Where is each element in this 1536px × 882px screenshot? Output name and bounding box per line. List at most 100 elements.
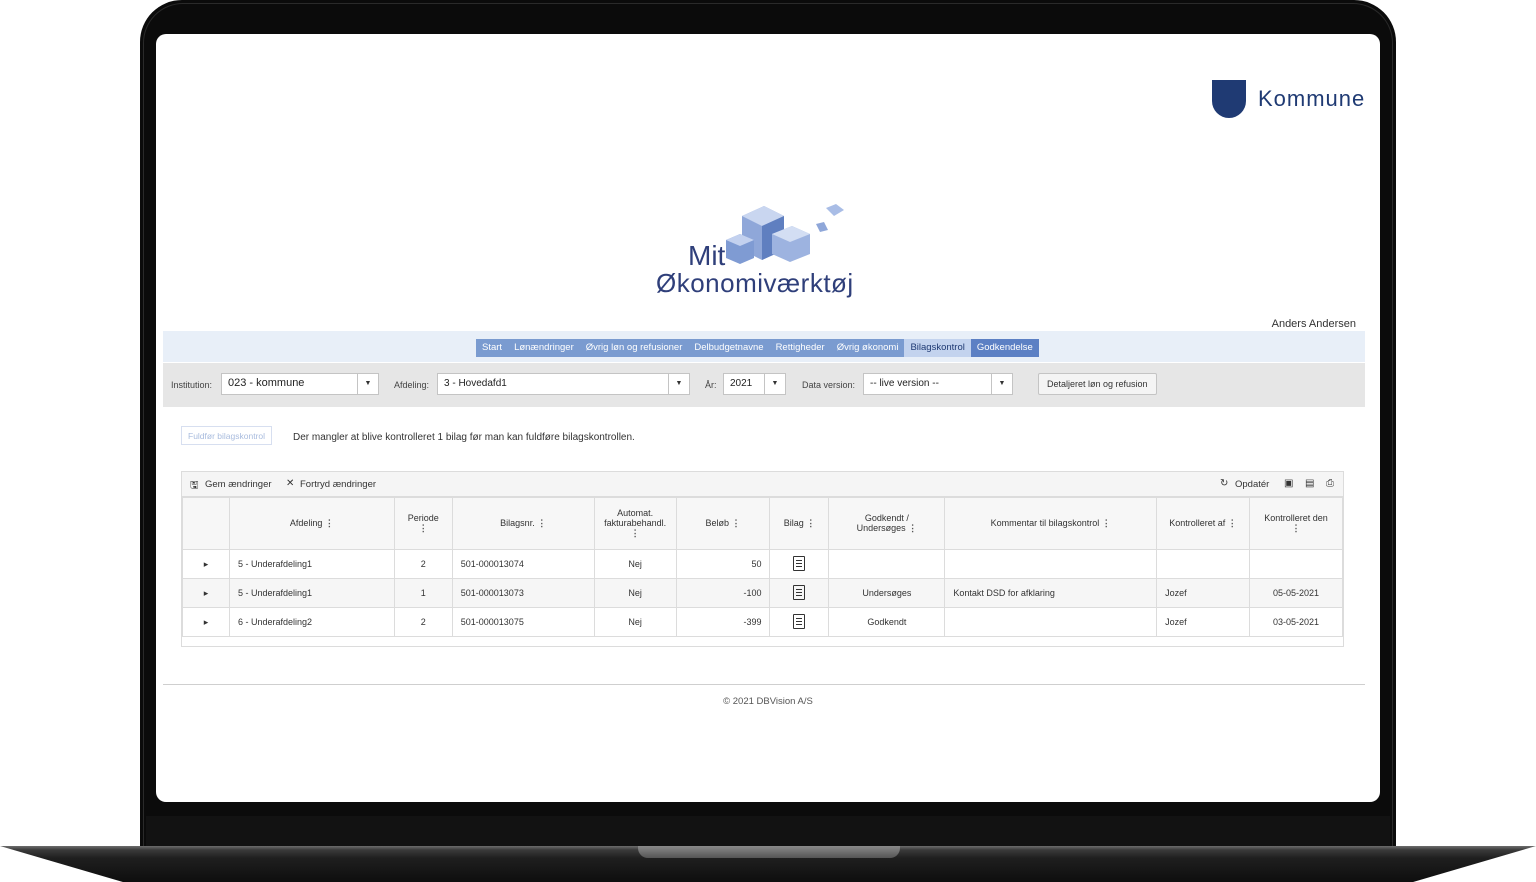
cell-kontrolleret-den: 03-05-2021 bbox=[1248, 607, 1344, 637]
chevron-down-icon: ▼ bbox=[764, 374, 785, 394]
cell-afdeling: 5 - Underafdeling1 bbox=[228, 549, 395, 579]
header-afdeling-label: Afdeling bbox=[289, 518, 323, 528]
header-kontrolleret-den[interactable]: Kontrolleret den ⋮ bbox=[1248, 497, 1344, 550]
laptop-notch bbox=[638, 846, 900, 858]
cell-automat: Nej bbox=[593, 607, 677, 637]
header-bilag[interactable]: Bilag ⋮ bbox=[769, 497, 830, 550]
table-row[interactable]: ▸ 5 - Underafdeling1 1 501-000013073 Nej… bbox=[182, 578, 1344, 608]
cell-automat: Nej bbox=[593, 549, 677, 579]
nav-rettigheder[interactable]: Rettigheder bbox=[770, 339, 831, 357]
afdeling-select[interactable]: 3 - Hovedafd1 ▼ bbox=[437, 373, 690, 395]
document-icon[interactable] bbox=[793, 613, 806, 629]
expand-row-icon[interactable]: ▸ bbox=[182, 578, 230, 608]
logo-text-okonomi: Økonomiværktøj bbox=[656, 268, 854, 298]
cell-bilag bbox=[769, 549, 830, 579]
aar-value: 2021 bbox=[730, 378, 753, 389]
cell-bilagsnr: 501-000013073 bbox=[451, 578, 595, 608]
undo-changes-button[interactable]: Fortryd ændringer bbox=[300, 479, 376, 490]
detail-button[interactable]: Detaljeret løn og refusion bbox=[1038, 373, 1157, 395]
print-icon[interactable]: ⎙ bbox=[1326, 478, 1334, 489]
cell-beloeb: -399 bbox=[675, 607, 771, 637]
nav-delbudgetnavne[interactable]: Delbudgetnavne bbox=[688, 339, 769, 357]
control-notice: Der mangler at blive kontrolleret 1 bila… bbox=[293, 432, 635, 443]
header-automat-label-2: fakturabehandl. bbox=[604, 518, 667, 528]
cell-kommentar[interactable] bbox=[944, 607, 1158, 637]
chevron-down-icon: ▼ bbox=[668, 374, 689, 394]
nav-godkendelse[interactable]: Godkendelse bbox=[970, 339, 1039, 357]
refresh-icon: ↻ bbox=[1220, 478, 1229, 489]
footer-copyright: © 2021 DBVision A/S bbox=[723, 696, 813, 707]
pdf-icon[interactable]: ▤ bbox=[1305, 478, 1314, 489]
column-menu-icon[interactable]: ⋮ bbox=[537, 518, 546, 528]
cell-status[interactable]: Undersøges bbox=[828, 578, 946, 608]
header-periode-label: Periode bbox=[407, 513, 439, 523]
header-beloeb-label: Beløb bbox=[705, 518, 730, 528]
excel-icon[interactable]: ▣ bbox=[1284, 478, 1293, 489]
column-menu-icon[interactable]: ⋮ bbox=[908, 523, 917, 533]
cell-kontrolleret-den bbox=[1248, 549, 1344, 579]
header-bilagsnr[interactable]: Bilagsnr. ⋮ bbox=[451, 497, 595, 550]
cell-periode: 2 bbox=[393, 607, 453, 637]
column-menu-icon[interactable]: ⋮ bbox=[1291, 523, 1300, 533]
aar-select[interactable]: 2021 ▼ bbox=[723, 373, 786, 395]
nav-start[interactable]: Start bbox=[476, 339, 508, 357]
save-icon: 🖫 bbox=[190, 480, 199, 491]
column-menu-icon[interactable]: ⋮ bbox=[732, 518, 741, 528]
nav-bilagskontrol[interactable]: Bilagskontrol bbox=[904, 339, 971, 357]
header-afdeling[interactable]: Afdeling ⋮ bbox=[228, 497, 395, 550]
close-icon: ✕ bbox=[286, 478, 295, 489]
expand-row-icon[interactable]: ▸ bbox=[182, 607, 230, 637]
header-kommentar[interactable]: Kommentar til bilagskontrol ⋮ bbox=[944, 497, 1158, 550]
document-icon[interactable] bbox=[793, 584, 806, 600]
shield-icon bbox=[1212, 80, 1246, 118]
bilag-grid: 🖫 Gem ændringer ✕ Fortryd ændringer ↻ Op… bbox=[181, 471, 1344, 647]
cell-kommentar[interactable]: Kontakt DSD for afklaring bbox=[944, 578, 1158, 608]
cube-logo-icon bbox=[726, 204, 844, 264]
header-kontrolleret-den-label: Kontrolleret den bbox=[1264, 513, 1328, 523]
chevron-down-icon: ▼ bbox=[357, 374, 378, 394]
nav-lonaendringer[interactable]: Lønændringer bbox=[508, 339, 580, 357]
header-godkendt[interactable]: Godkendt / Undersøges ⋮ bbox=[828, 497, 946, 550]
column-menu-icon[interactable]: ⋮ bbox=[806, 518, 815, 528]
cell-beloeb: 50 bbox=[675, 549, 771, 579]
column-menu-icon[interactable]: ⋮ bbox=[1228, 518, 1237, 528]
header-beloeb[interactable]: Beløb ⋮ bbox=[675, 497, 771, 550]
expand-row-icon[interactable]: ▸ bbox=[182, 549, 230, 579]
document-icon[interactable] bbox=[793, 555, 806, 571]
institution-select[interactable]: 023 - kommune ▼ bbox=[221, 373, 379, 395]
header-bilagsnr-label: Bilagsnr. bbox=[500, 518, 535, 528]
refresh-button[interactable]: Opdatér bbox=[1235, 479, 1269, 490]
header-periode[interactable]: Periode ⋮ bbox=[393, 497, 453, 550]
afdeling-value: 3 - Hovedafd1 bbox=[444, 378, 507, 389]
column-menu-icon[interactable]: ⋮ bbox=[419, 523, 428, 533]
cell-beloeb: -100 bbox=[675, 578, 771, 608]
cell-status[interactable]: Godkendt bbox=[828, 607, 946, 637]
grid-toolbar: 🖫 Gem ændringer ✕ Fortryd ændringer ↻ Op… bbox=[182, 472, 1343, 497]
nav-ovrig-okonomi[interactable]: Øvrig økonomi bbox=[831, 339, 905, 357]
column-menu-icon[interactable]: ⋮ bbox=[325, 518, 334, 528]
brand-name: Kommune bbox=[1258, 86, 1366, 111]
dataversion-select[interactable]: -- live version -- ▼ bbox=[863, 373, 1013, 395]
column-menu-icon[interactable]: ⋮ bbox=[631, 528, 640, 538]
save-changes-button[interactable]: Gem ændringer bbox=[205, 479, 272, 490]
table-header-row: Afdeling ⋮ Periode ⋮ Bilagsnr. ⋮ Automat.… bbox=[182, 497, 1344, 550]
table-row[interactable]: ▸ 5 - Underafdeling1 2 501-000013074 Nej… bbox=[182, 549, 1344, 579]
header-automat[interactable]: Automat. fakturabehandl. ⋮ bbox=[593, 497, 677, 550]
cell-bilagsnr: 501-000013075 bbox=[451, 607, 595, 637]
cell-bilag bbox=[769, 578, 830, 608]
cell-kommentar[interactable] bbox=[944, 549, 1158, 579]
header-godkendt-label-2: Undersøges bbox=[856, 523, 906, 533]
afdeling-label: Afdeling: bbox=[394, 380, 430, 390]
column-menu-icon[interactable]: ⋮ bbox=[1102, 518, 1111, 528]
complete-control-button[interactable]: Fuldfør bilagskontrol bbox=[181, 426, 273, 445]
table-row[interactable]: ▸ 6 - Underafdeling2 2 501-000013075 Nej… bbox=[182, 607, 1344, 637]
user-name[interactable]: Anders Andersen bbox=[1272, 318, 1356, 330]
aar-label: År: bbox=[705, 380, 717, 390]
brand: Kommune bbox=[1212, 80, 1365, 118]
cell-status[interactable] bbox=[828, 549, 946, 579]
header-kontrolleret-af[interactable]: Kontrolleret af ⋮ bbox=[1156, 497, 1250, 550]
cell-afdeling: 5 - Underafdeling1 bbox=[228, 578, 395, 608]
nav-ovrig-lon[interactable]: Øvrig løn og refusioner bbox=[580, 339, 689, 357]
dataversion-label: Data version: bbox=[802, 380, 856, 390]
dataversion-value: -- live version -- bbox=[870, 378, 939, 389]
